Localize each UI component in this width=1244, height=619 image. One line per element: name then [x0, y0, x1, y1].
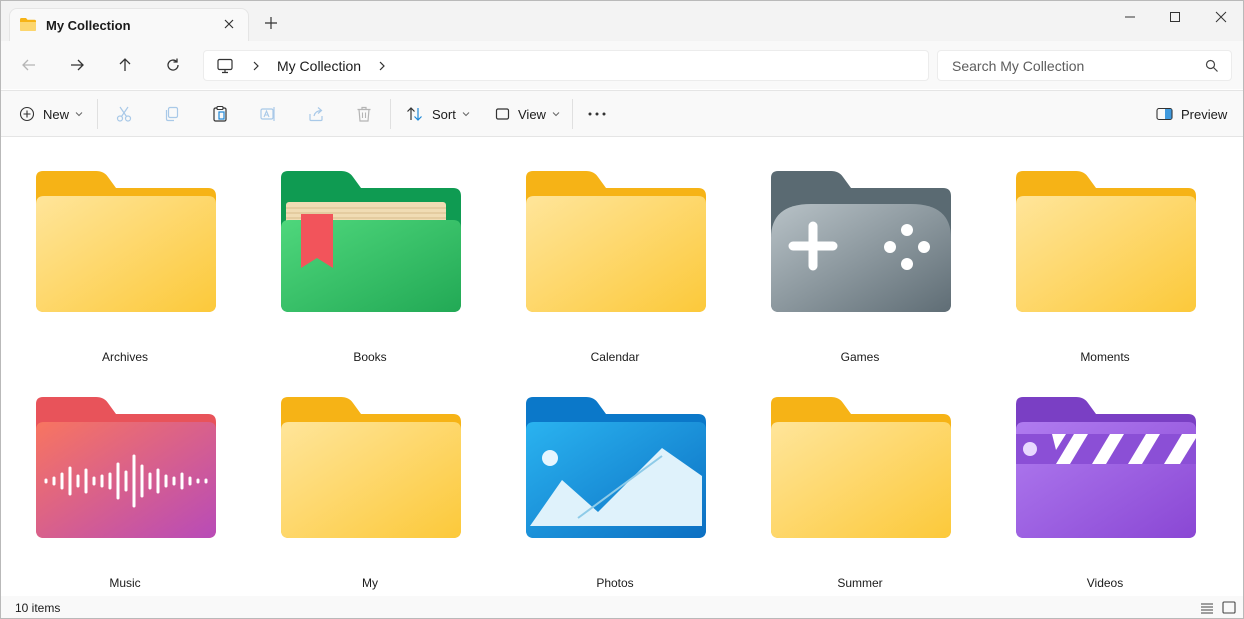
close-icon	[1215, 11, 1227, 23]
status-bar: 10 items	[1, 596, 1243, 618]
folder-item-my[interactable]: My	[250, 364, 490, 590]
copy-icon	[165, 106, 179, 122]
chevron-down-icon	[75, 112, 83, 117]
chevron-down-icon	[552, 112, 560, 117]
forward-button[interactable]	[65, 53, 89, 77]
rename-icon	[260, 107, 275, 121]
minimize-button[interactable]	[1107, 1, 1153, 33]
folder-item-videos[interactable]: Videos	[985, 364, 1225, 590]
folder-item-games[interactable]: Games	[740, 138, 980, 364]
sort-icon	[407, 107, 422, 121]
arrow-right-icon	[71, 59, 84, 71]
chevron-down-icon	[462, 112, 470, 117]
folder-name: My	[362, 576, 378, 590]
details-view-icon[interactable]	[1201, 602, 1213, 614]
folder-item-photos[interactable]: Photos	[495, 364, 735, 590]
folder-name: Music	[109, 576, 141, 590]
toolbar-separator	[390, 99, 391, 129]
scissors-icon	[116, 106, 132, 122]
books-folder-icon	[281, 171, 461, 312]
folder-grid: Archives Books Calendar Games Moments Mu…	[1, 138, 1243, 596]
rename-button[interactable]	[259, 103, 277, 125]
item-count: 10 items	[15, 601, 61, 615]
copy-button[interactable]	[163, 103, 181, 125]
yellow-folder-icon	[526, 171, 706, 312]
folder-name: Moments	[1080, 350, 1130, 364]
breadcrumb-my-collection[interactable]: My Collection	[277, 58, 361, 74]
maximize-button[interactable]	[1152, 1, 1198, 33]
search-icon	[1205, 59, 1218, 72]
clipboard-icon	[213, 105, 227, 122]
yellow-folder-icon	[281, 397, 461, 538]
folder-name: Calendar	[590, 350, 640, 364]
view-icon	[495, 108, 510, 120]
preview-pane-icon	[1156, 107, 1173, 121]
paste-button[interactable]	[211, 103, 229, 125]
refresh-button[interactable]	[161, 53, 185, 77]
delete-button[interactable]	[355, 103, 373, 125]
more-options-button[interactable]	[587, 103, 607, 125]
share-button[interactable]	[307, 103, 325, 125]
folder-name: Summer	[837, 576, 883, 590]
view-label: View	[518, 106, 546, 122]
yellow-folder-icon	[36, 171, 216, 312]
folder-item-summer[interactable]: Summer	[740, 364, 980, 590]
new-tab-icon[interactable]	[263, 15, 279, 31]
new-label: New	[43, 106, 70, 122]
up-button[interactable]	[113, 53, 137, 77]
folder-item-books[interactable]: Books	[250, 138, 490, 364]
toolbar-separator	[97, 99, 98, 129]
search-input[interactable]: Search My Collection	[937, 50, 1232, 81]
arrow-left-icon	[22, 59, 35, 71]
videos-folder-icon	[1016, 397, 1196, 538]
preview-pane-button[interactable]: Preview	[1156, 103, 1227, 125]
preview-label: Preview	[1181, 106, 1228, 122]
close-button[interactable]	[1198, 1, 1243, 33]
folder-item-moments[interactable]: Moments	[985, 138, 1225, 364]
computer-icon	[217, 58, 233, 74]
folder-name: Books	[353, 350, 387, 364]
folder-item-music[interactable]: Music	[5, 364, 245, 590]
music-folder-icon	[36, 397, 216, 538]
folder-item-archives[interactable]: Archives	[5, 138, 245, 364]
tiles-view-icon[interactable]	[1222, 601, 1236, 614]
cut-button[interactable]	[115, 103, 133, 125]
view-button[interactable]: View	[495, 103, 560, 125]
search-placeholder: Search My Collection	[952, 58, 1085, 74]
more-horizontal-icon	[588, 112, 606, 116]
navigation-bar: My Collection Search My Collection	[1, 41, 1243, 89]
address-bar[interactable]: My Collection	[203, 50, 929, 81]
chevron-right-icon[interactable]	[250, 59, 262, 73]
command-bar: New Sort View Preview	[1, 90, 1243, 137]
trash-icon	[357, 106, 371, 122]
yellow-folder-icon	[1016, 171, 1196, 312]
maximize-icon	[1170, 12, 1180, 22]
folder-item-calendar[interactable]: Calendar	[495, 138, 735, 364]
folder-name: Photos	[596, 576, 634, 590]
tab-title: My Collection	[46, 18, 131, 33]
folder-icon	[20, 18, 36, 31]
arrow-up-icon	[119, 58, 131, 71]
folder-name: Games	[840, 350, 880, 364]
sort-button[interactable]: Sort	[406, 103, 470, 125]
folder-name: Videos	[1086, 576, 1124, 590]
tab-my-collection[interactable]: My Collection	[9, 8, 249, 41]
games-folder-icon	[771, 171, 951, 312]
new-button[interactable]: New	[19, 103, 83, 125]
title-bar: My Collection	[1, 1, 1243, 41]
minimize-icon	[1125, 16, 1135, 18]
file-explorer-window: My Collection My Collection Search My Co…	[0, 0, 1244, 619]
back-button[interactable]	[17, 53, 41, 77]
tab-close-icon[interactable]	[220, 15, 238, 33]
share-icon	[309, 107, 323, 122]
folder-name: Archives	[101, 350, 148, 364]
chevron-right-icon[interactable]	[376, 59, 388, 73]
toolbar-separator	[572, 99, 573, 129]
sort-label: Sort	[432, 106, 456, 122]
plus-circle-icon	[19, 106, 35, 122]
yellow-folder-icon	[771, 397, 951, 538]
photos-folder-icon	[526, 397, 706, 538]
refresh-icon	[167, 58, 179, 71]
